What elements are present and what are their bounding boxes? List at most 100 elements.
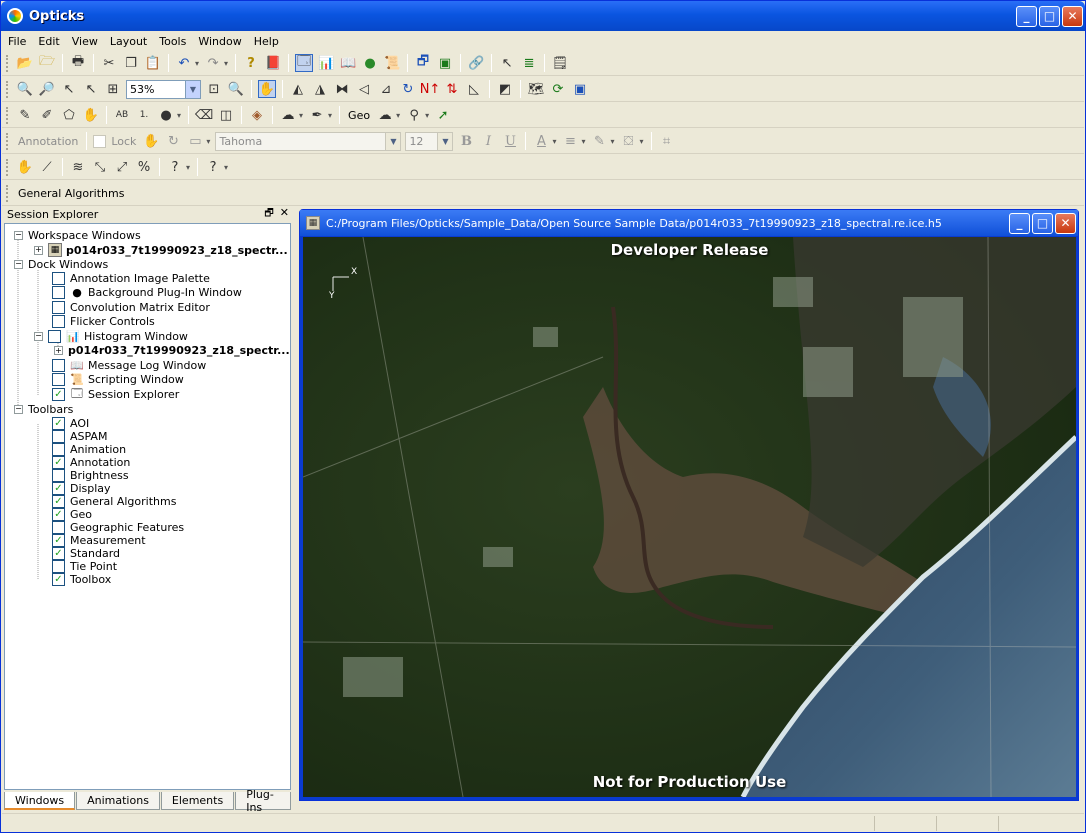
expand-icon[interactable]: + — [54, 346, 63, 355]
toolbar-grip[interactable] — [6, 132, 9, 150]
redo-icon[interactable]: ↷ — [204, 54, 222, 72]
toolbar-item[interactable]: Brightness — [52, 468, 129, 482]
toolbar-checkbox[interactable]: ✓ — [52, 507, 65, 521]
north-up-icon[interactable]: N↑ — [420, 80, 441, 98]
dock-window-item[interactable]: − 📊 Histogram Window — [34, 329, 188, 343]
dock-window-checkbox[interactable] — [48, 329, 61, 343]
chevron-down-icon[interactable]: ▼ — [437, 132, 453, 150]
dock-window-checkbox[interactable] — [52, 300, 65, 314]
dock-window-item[interactable]: ● Background Plug-In Window — [52, 286, 242, 300]
toolbar-item[interactable]: Geographic Features — [52, 520, 184, 534]
workspace-windows-node[interactable]: − Workspace Windows — [14, 228, 141, 242]
toolbar-grip[interactable] — [6, 158, 9, 176]
toolbar-checkbox[interactable]: ✓ — [52, 546, 65, 560]
dock-window-item[interactable]: Convolution Matrix Editor — [52, 300, 210, 314]
close-button[interactable]: ✕ — [1062, 5, 1083, 27]
open-workspace-icon[interactable]: 🗁 — [38, 54, 56, 72]
tab-animations[interactable]: Animations — [76, 792, 160, 810]
label-number-icon[interactable]: 1. — [135, 106, 153, 124]
annotation-pan-icon[interactable]: ✋ — [142, 132, 160, 150]
font-size-select[interactable]: 12 ▼ — [405, 131, 454, 151]
toolbox-help-icon[interactable]: ? — [204, 158, 222, 176]
copy-icon[interactable]: ❐ — [122, 54, 140, 72]
dock-window-checkbox[interactable] — [52, 286, 65, 299]
geo-reference-icon[interactable]: ☁ — [376, 106, 394, 124]
open-icon[interactable]: 📂 — [16, 54, 34, 72]
zoom-to-fit-icon[interactable]: ⊡ — [205, 80, 223, 98]
geo-pin-icon[interactable]: ⚲ — [405, 106, 423, 124]
satellite-image-view[interactable]: X Y Developer Release Not for Production… — [303, 237, 1076, 797]
zoom-select[interactable]: 53% ▼ — [126, 79, 201, 99]
close-icon[interactable]: ✕ — [280, 206, 289, 223]
print-icon[interactable]: 🖶 — [69, 54, 87, 72]
collapse-icon[interactable]: − — [14, 404, 23, 414]
collapse-icon[interactable]: − — [14, 230, 23, 240]
zoom-point-out-icon[interactable]: ↖ — [82, 80, 100, 98]
document-maximize-button[interactable]: □ — [1032, 212, 1053, 234]
menu-view[interactable]: View — [66, 35, 104, 48]
collapse-icon[interactable]: − — [14, 259, 23, 269]
layers-icon[interactable]: ≣ — [520, 54, 538, 72]
skew-icon[interactable]: ◺ — [465, 80, 483, 98]
bold-button[interactable]: B — [457, 132, 475, 150]
reset-rotation-icon[interactable]: ↻ — [399, 80, 417, 98]
fill-color-icon[interactable]: ⛋ — [619, 132, 637, 150]
rotate-right-icon[interactable]: ◮ — [311, 80, 329, 98]
toolbar-checkbox[interactable] — [52, 559, 65, 573]
toolbar-checkbox[interactable] — [52, 442, 65, 456]
zoom-in-icon[interactable]: 🔍 — [16, 80, 34, 98]
color-map-icon[interactable]: ◩ — [496, 80, 514, 98]
tab-plug-ins[interactable]: Plug-Ins — [235, 788, 291, 814]
expand-icon[interactable]: + — [34, 245, 43, 255]
annotation-rotate-icon[interactable]: ↻ — [164, 132, 182, 150]
toolbar-item[interactable]: ✓ AOI — [52, 416, 89, 430]
toolbar-item[interactable]: Animation — [52, 442, 126, 456]
general-algorithms-menu[interactable]: General Algorithms — [18, 187, 124, 200]
tab-elements[interactable]: Elements — [160, 792, 235, 810]
shape-icon[interactable]: ◫ — [217, 106, 235, 124]
rotate-by-icon[interactable]: ⊿ — [377, 80, 395, 98]
document-minimize-button[interactable]: _ — [1009, 212, 1030, 234]
eraser-icon[interactable]: ⌫ — [195, 106, 213, 124]
toolbar-item[interactable]: ✓ General Algorithms — [52, 494, 176, 508]
underline-button[interactable]: U — [501, 132, 519, 150]
toolbar-item[interactable]: ✓ Display — [52, 481, 111, 495]
crop-icon[interactable]: ⌗ — [658, 132, 676, 150]
toolbar-item[interactable]: ✓ Standard — [52, 546, 120, 560]
menu-layout[interactable]: Layout — [104, 35, 153, 48]
dock-window-item[interactable]: ✓ 🗔 Session Explorer — [52, 387, 179, 401]
toolbar-item[interactable]: ✓ Geo — [52, 507, 92, 521]
line-color-icon[interactable]: ✎ — [590, 132, 608, 150]
measure-layers-icon[interactable]: ≋ — [69, 158, 87, 176]
move-icon[interactable]: ✋ — [82, 106, 100, 124]
menu-tools[interactable]: Tools — [153, 35, 192, 48]
dock-window-checkbox[interactable] — [52, 358, 65, 372]
help-book-icon[interactable]: 📕 — [264, 54, 282, 72]
toolbar-grip[interactable] — [6, 106, 9, 124]
pan-icon[interactable]: ✋ — [258, 80, 276, 98]
tab-windows[interactable]: Windows — [4, 792, 76, 810]
sensor-up-icon[interactable]: ⇅ — [443, 80, 461, 98]
pencil-icon[interactable]: ✎ — [16, 106, 34, 124]
point-icon[interactable]: ● — [157, 106, 175, 124]
minimize-button[interactable]: _ — [1016, 5, 1037, 27]
toolbar-checkbox[interactable]: ✓ — [52, 455, 65, 469]
menu-help[interactable]: Help — [248, 35, 285, 48]
freehand-icon[interactable]: ✐ — [38, 106, 56, 124]
flip-vertical-icon[interactable]: ◁ — [355, 80, 373, 98]
menu-file[interactable]: File — [2, 35, 32, 48]
dock-window-checkbox[interactable] — [52, 373, 65, 386]
italic-button[interactable]: I — [479, 132, 497, 150]
cut-icon[interactable]: ✂ — [100, 54, 118, 72]
session-explorer-icon[interactable]: 🗔 — [295, 54, 314, 72]
dock-window-item[interactable]: 📖 Message Log Window — [52, 358, 206, 372]
dock-window-item[interactable]: + p014r033_7t19990923_z18_spectr... — [54, 344, 290, 358]
fill-icon[interactable]: ☁ — [279, 106, 297, 124]
link-icon[interactable]: 🔗 — [467, 54, 485, 72]
chevron-down-icon[interactable]: ▼ — [185, 80, 200, 98]
toolbar-item[interactable]: Tie Point — [52, 559, 117, 573]
rotate-left-icon[interactable]: ◭ — [289, 80, 307, 98]
toolbar-checkbox[interactable] — [52, 468, 65, 482]
lock-checkbox[interactable] — [93, 134, 107, 148]
help-icon[interactable]: ? — [242, 54, 260, 72]
